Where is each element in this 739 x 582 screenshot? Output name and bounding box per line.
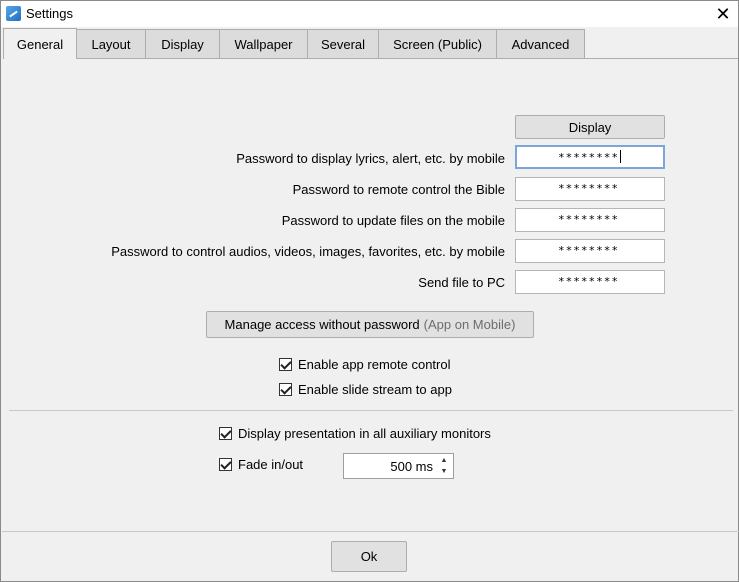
close-icon[interactable]: ✕ xyxy=(708,1,738,27)
fade-duration-value: 500 ms xyxy=(390,459,433,474)
settings-window: Settings ✕ General Layout Display Wallpa… xyxy=(0,0,739,582)
tab-layout[interactable]: Layout xyxy=(77,29,146,59)
fade-checkbox-row[interactable]: Fade in/out xyxy=(219,457,303,472)
password-field-lyrics[interactable]: ******** xyxy=(515,145,665,169)
password-label-update-files: Password to update files on the mobile xyxy=(281,213,505,228)
password-label-send-file: Send file to PC xyxy=(418,275,505,290)
chevron-down-icon[interactable]: ▼ xyxy=(437,466,451,477)
display-button[interactable]: Display xyxy=(515,115,665,139)
slide-stream-checkbox-row[interactable]: Enable slide stream to app xyxy=(279,382,452,397)
window-title: Settings xyxy=(26,6,73,21)
password-label-lyrics: Password to display lyrics, alert, etc. … xyxy=(236,151,505,166)
manage-access-button[interactable]: Manage access without password (App on M… xyxy=(206,311,534,338)
fade-checkbox[interactable] xyxy=(219,458,232,471)
chevron-up-icon[interactable]: ▲ xyxy=(437,455,451,466)
remote-control-checkbox[interactable] xyxy=(279,358,292,371)
password-field-media[interactable]: ******** xyxy=(515,239,665,263)
tab-bar: General Layout Display Wallpaper Several… xyxy=(3,28,585,59)
tab-screen-public[interactable]: Screen (Public) xyxy=(379,29,497,59)
password-field-send-file[interactable]: ******** xyxy=(515,270,665,294)
title-bar: Settings ✕ xyxy=(1,1,738,27)
password-label-bible: Password to remote control the Bible xyxy=(292,182,505,197)
slide-stream-checkbox[interactable] xyxy=(279,383,292,396)
remote-control-checkbox-row[interactable]: Enable app remote control xyxy=(279,357,450,372)
app-icon xyxy=(6,6,21,21)
tab-wallpaper[interactable]: Wallpaper xyxy=(220,29,308,59)
all-monitors-checkbox[interactable] xyxy=(219,427,232,440)
all-monitors-checkbox-row[interactable]: Display presentation in all auxiliary mo… xyxy=(219,426,491,441)
section-divider xyxy=(9,410,733,411)
general-panel: Display Password to display lyrics, aler… xyxy=(3,58,738,531)
tab-advanced[interactable]: Advanced xyxy=(497,29,585,59)
password-field-update-files[interactable]: ******** xyxy=(515,208,665,232)
tab-general[interactable]: General xyxy=(3,28,77,59)
password-field-bible[interactable]: ******** xyxy=(515,177,665,201)
password-label-media: Password to control audios, videos, imag… xyxy=(111,244,505,259)
footer-divider xyxy=(2,531,739,532)
fade-duration-spinner[interactable]: 500 ms ▲ ▼ xyxy=(343,453,454,479)
tab-display[interactable]: Display xyxy=(146,29,220,59)
tab-several[interactable]: Several xyxy=(308,29,379,59)
ok-button[interactable]: Ok xyxy=(331,541,407,572)
